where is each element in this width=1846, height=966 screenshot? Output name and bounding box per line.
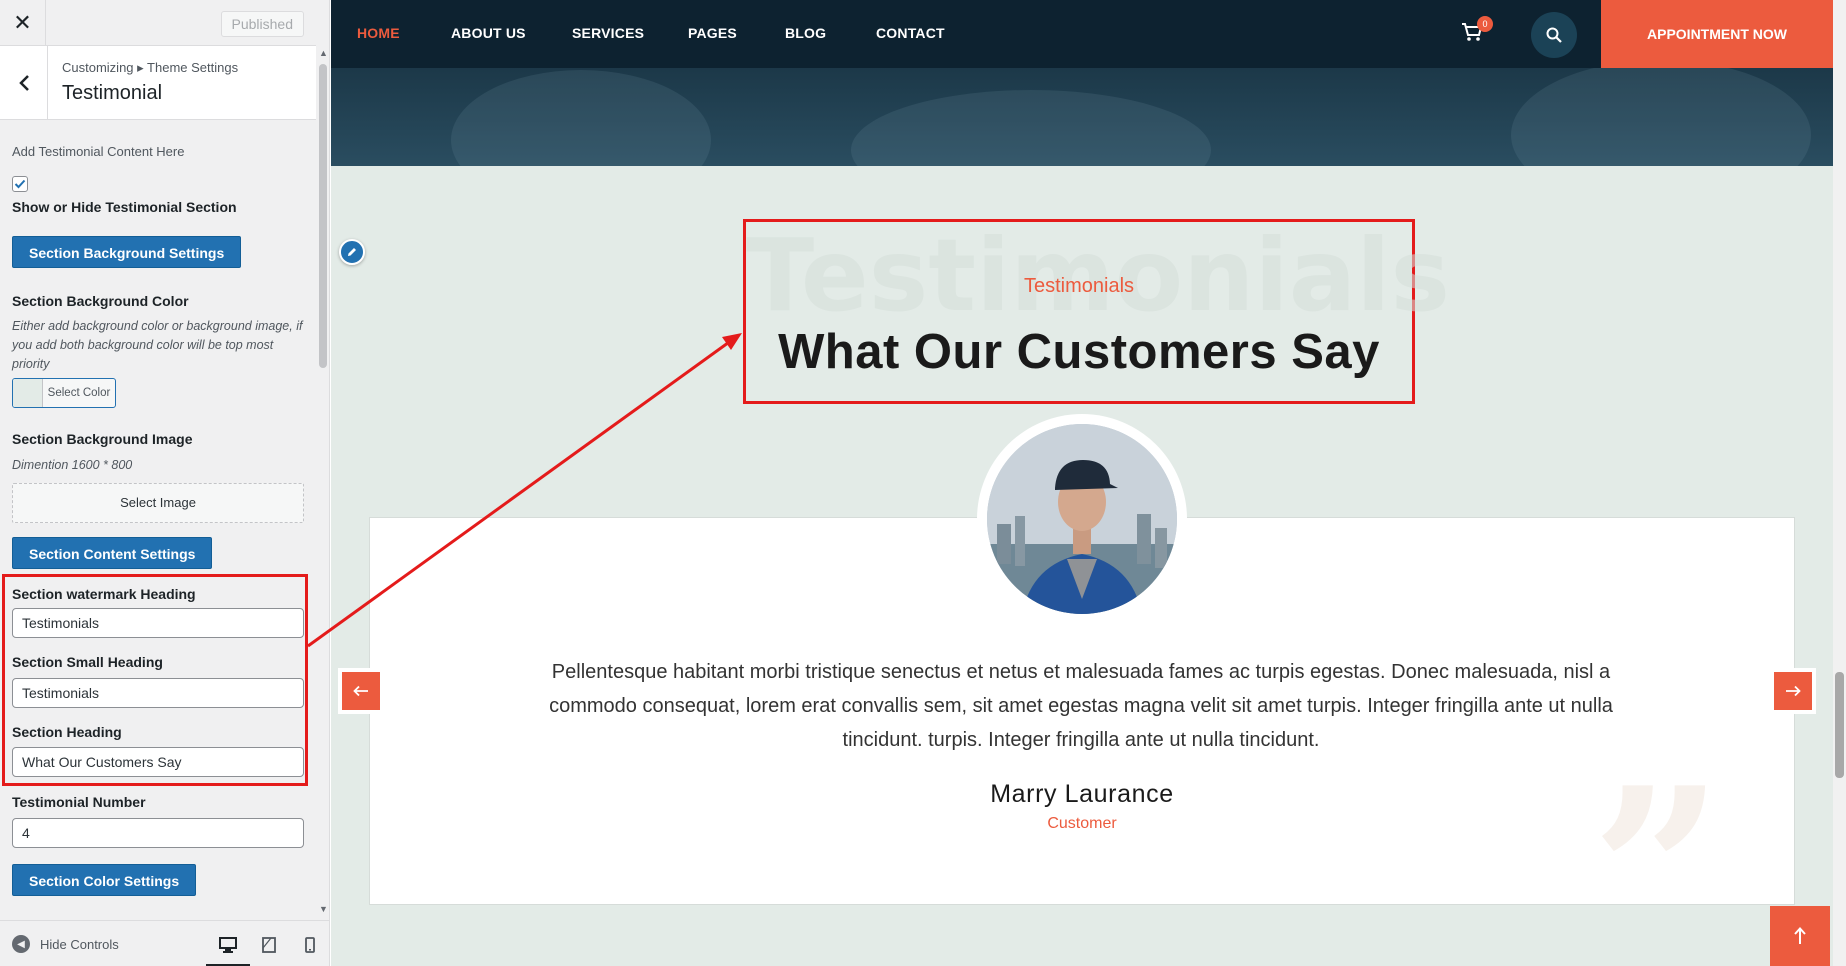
mobile-icon bbox=[305, 937, 315, 953]
nav-pages[interactable]: PAGES bbox=[688, 25, 737, 41]
back-to-top-button[interactable] bbox=[1770, 906, 1830, 966]
previous-slide-button[interactable] bbox=[338, 668, 384, 714]
search-button[interactable] bbox=[1531, 12, 1577, 58]
edit-shortcut-button[interactable] bbox=[339, 239, 365, 265]
nav-contact[interactable]: CONTACT bbox=[876, 25, 945, 41]
top-navigation: HOME ABOUT US SERVICES PAGES BLOG CONTAC… bbox=[331, 0, 1833, 68]
bg-image-label: Section Background Image bbox=[12, 431, 193, 447]
preview-mobile-button[interactable] bbox=[298, 933, 322, 957]
testimonial-number-input[interactable] bbox=[12, 818, 304, 848]
customizer-footer: ◀ Hide Controls bbox=[0, 920, 329, 966]
search-icon bbox=[1546, 27, 1562, 43]
scroll-up-icon: ▲ bbox=[319, 48, 328, 58]
pencil-icon bbox=[348, 248, 356, 256]
nav-blog[interactable]: BLOG bbox=[785, 25, 826, 41]
customizer-header-bar: ✕ Published bbox=[0, 0, 316, 46]
scroll-down-icon: ▼ bbox=[319, 904, 328, 914]
hide-controls-button[interactable]: ◀ Hide Controls bbox=[12, 935, 119, 953]
next-slide-button[interactable] bbox=[1770, 668, 1816, 714]
arrow-left-icon bbox=[353, 685, 368, 697]
testimonial-number-label: Testimonial Number bbox=[12, 794, 146, 810]
section-content-settings-button[interactable]: Section Content Settings bbox=[12, 537, 213, 569]
bg-image-description: Dimention 1600 * 800 bbox=[12, 458, 133, 472]
nav-about-us[interactable]: ABOUT US bbox=[451, 25, 526, 41]
preview-desktop-button[interactable] bbox=[216, 933, 240, 957]
preview-tablet-button[interactable] bbox=[257, 933, 281, 957]
hide-controls-label: Hide Controls bbox=[40, 936, 119, 952]
customizer-sidebar: ✕ Published Customizing ▸ Theme Settings… bbox=[0, 0, 330, 966]
testimonial-quote: Pellentesque habitant morbi tristique se… bbox=[549, 661, 1613, 751]
nav-services[interactable]: SERVICES bbox=[572, 25, 644, 41]
customizer-window: ✕ Published Customizing ▸ Theme Settings… bbox=[0, 0, 1846, 966]
chevron-left-icon bbox=[18, 74, 29, 91]
small-heading: Testimonials bbox=[1023, 275, 1135, 297]
section-color-settings-button[interactable]: Section Color Settings bbox=[12, 864, 197, 896]
breadcrumb: Customizing ▸ Theme Settings bbox=[62, 60, 239, 75]
close-icon: ✕ bbox=[13, 10, 32, 35]
preview-scroll-thumb[interactable] bbox=[1835, 672, 1844, 778]
avatar bbox=[987, 424, 1177, 614]
collapse-icon: ◀ bbox=[12, 935, 30, 953]
customer-photo bbox=[987, 424, 1177, 614]
checkmark-icon bbox=[14, 179, 26, 189]
appointment-button[interactable]: APPOINTMENT NOW bbox=[1601, 0, 1833, 68]
show-hide-checkbox[interactable] bbox=[12, 176, 28, 192]
preview-scrollbar[interactable] bbox=[1833, 0, 1846, 966]
section-header: Customizing ▸ Theme Settings Testimonial bbox=[0, 46, 316, 120]
close-customizer-button[interactable]: ✕ bbox=[0, 0, 46, 46]
arrow-right-icon bbox=[1786, 685, 1801, 697]
back-button[interactable] bbox=[0, 46, 48, 119]
highlight-box-sidebar-fields bbox=[2, 574, 308, 786]
section-background-settings-button[interactable]: Section Background Settings bbox=[12, 236, 242, 268]
select-color-label: Select Color bbox=[47, 387, 111, 399]
color-swatch bbox=[13, 379, 43, 407]
tablet-icon bbox=[262, 937, 276, 953]
bg-color-description: Either add background color or backgroun… bbox=[12, 319, 303, 371]
intro-text: Add Testimonial Content Here bbox=[12, 144, 185, 159]
bg-color-label: Section Background Color bbox=[12, 293, 189, 309]
nav-home[interactable]: HOME bbox=[357, 25, 400, 41]
section-heading-block: Testimonials Testimonials What Our Custo… bbox=[743, 219, 1450, 404]
cart-count-badge: 0 bbox=[1477, 16, 1493, 32]
site-preview: HOME ABOUT US SERVICES PAGES BLOG CONTAC… bbox=[331, 0, 1833, 966]
desktop-icon bbox=[219, 937, 237, 953]
section-title: Testimonial bbox=[62, 82, 163, 104]
select-color-button[interactable]: Select Color bbox=[12, 378, 116, 408]
sidebar-scroll-thumb[interactable] bbox=[319, 64, 327, 368]
select-image-button[interactable]: Select Image bbox=[12, 483, 304, 523]
show-hide-label: Show or Hide Testimonial Section bbox=[12, 199, 237, 215]
main-heading: What Our Customers Say bbox=[778, 325, 1380, 379]
sidebar-scrollbar[interactable]: ▲ ▼ bbox=[316, 46, 329, 920]
published-button[interactable]: Published bbox=[220, 11, 304, 37]
arrow-up-icon bbox=[1794, 927, 1806, 944]
customer-role: Customer bbox=[1047, 815, 1117, 832]
customer-name: Marry Laurance bbox=[990, 780, 1174, 808]
